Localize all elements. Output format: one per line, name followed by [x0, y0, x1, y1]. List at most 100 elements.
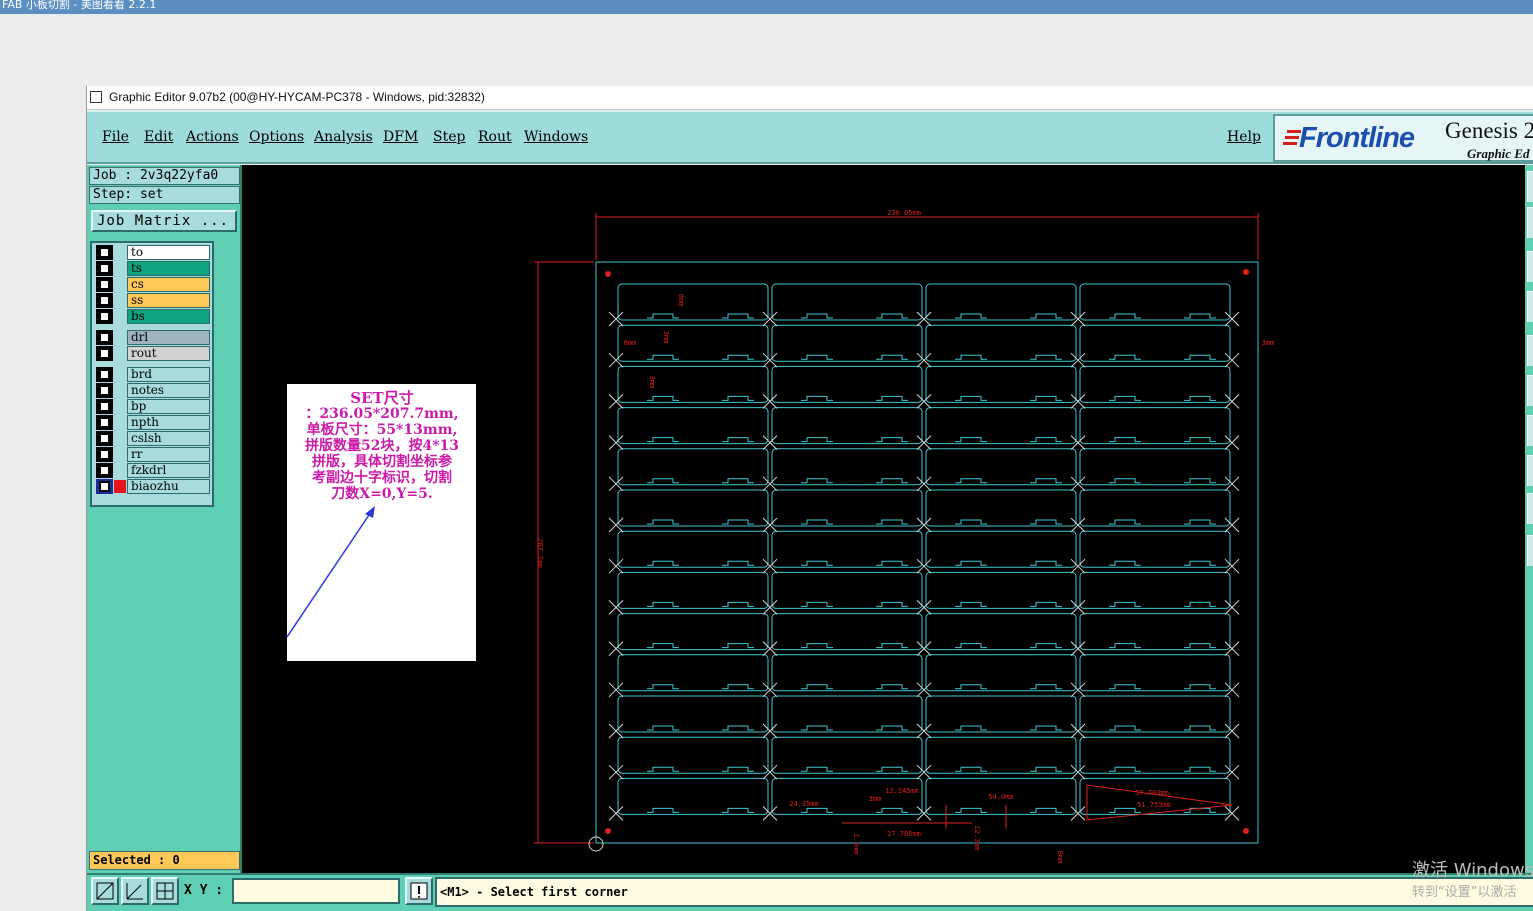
- menu-edit[interactable]: Edit: [144, 129, 173, 145]
- board-notch: [955, 395, 987, 401]
- board-outline: [771, 736, 923, 774]
- board-notch: [955, 519, 987, 525]
- menu-rout[interactable]: Rout: [478, 129, 512, 145]
- layer-name[interactable]: rr: [127, 447, 210, 462]
- job-matrix-button[interactable]: Job Matrix ...: [91, 210, 237, 232]
- cut-cross-mark: [608, 682, 624, 698]
- right-tool-button[interactable]: [1527, 335, 1533, 366]
- layer-name[interactable]: cslsh: [127, 431, 210, 446]
- layer-name[interactable]: biaozhu: [127, 479, 210, 494]
- layer-row-ts[interactable]: ts: [94, 261, 214, 276]
- layer-checkbox[interactable]: [96, 346, 113, 361]
- layer-row-rr[interactable]: rr: [94, 447, 214, 462]
- right-tool-button[interactable]: [1527, 375, 1533, 406]
- menu-windows[interactable]: Windows: [524, 129, 588, 145]
- layer-row-to[interactable]: to: [94, 245, 214, 260]
- layer-name[interactable]: fzkdrl: [127, 463, 210, 478]
- layer-row-drl[interactable]: drl: [94, 330, 214, 345]
- layer-name[interactable]: rout: [127, 346, 210, 361]
- layer-checkbox[interactable]: [96, 431, 113, 446]
- layer-checkbox[interactable]: [96, 415, 113, 430]
- layer-checkbox[interactable]: [96, 399, 113, 414]
- layer-checkbox[interactable]: [96, 463, 113, 478]
- layer-row-notes[interactable]: notes: [94, 383, 214, 398]
- right-tool-button[interactable]: [1527, 535, 1533, 566]
- menu-options[interactable]: Options: [249, 129, 304, 145]
- board-notch: [1109, 354, 1141, 360]
- right-tool-button[interactable]: [1527, 493, 1533, 524]
- right-tool-button[interactable]: [1527, 171, 1533, 202]
- cut-cross-mark: [916, 723, 932, 739]
- dimension-label: 1.5mm: [852, 833, 860, 854]
- layer-name[interactable]: ss: [127, 293, 210, 308]
- layer-row-cs[interactable]: cs: [94, 277, 214, 292]
- window-title: Graphic Editor 9.07b2 (00@HY-HYCAM-PC378…: [109, 90, 485, 104]
- board-notch: [1030, 807, 1062, 813]
- layer-row-biaozhu[interactable]: biaozhu: [94, 479, 214, 494]
- layer-name[interactable]: bp: [127, 399, 210, 414]
- layer-row-rout[interactable]: rout: [94, 346, 214, 361]
- layer-checkbox[interactable]: [96, 367, 113, 382]
- layer-checkbox[interactable]: [96, 261, 113, 276]
- graphics-canvas[interactable]: 236.05mm 207.7mm 8mm 3mm 8mm 3mm 3mm 12.245mm 24…: [242, 165, 1525, 873]
- layer-row-ss[interactable]: ss: [94, 293, 214, 308]
- right-tool-button[interactable]: [1527, 291, 1533, 322]
- layer-checkbox[interactable]: [96, 293, 113, 308]
- menu-dfm[interactable]: DFM: [383, 129, 418, 145]
- board-notch: [647, 807, 679, 813]
- cut-cross-mark: [1224, 394, 1240, 409]
- layer-checkbox[interactable]: [96, 309, 113, 324]
- right-tool-button[interactable]: [1527, 455, 1533, 486]
- window-titlebar: Graphic Editor 9.07b2 (00@HY-HYCAM-PC378…: [87, 86, 1533, 110]
- board-notch: [876, 807, 908, 813]
- selected-count: Selected : 0: [89, 851, 240, 870]
- right-tool-button[interactable]: [1527, 207, 1533, 238]
- board-notch: [876, 684, 908, 690]
- menu-actions[interactable]: Actions: [186, 129, 239, 145]
- layer-name[interactable]: npth: [127, 415, 210, 430]
- board-outline: [617, 613, 769, 651]
- layer-name[interactable]: to: [127, 245, 210, 260]
- frontline-logo-panel: Frontline Genesis 2 Graphic Ed: [1273, 114, 1533, 162]
- right-tool-button[interactable]: [1527, 415, 1533, 446]
- layer-row-cslsh[interactable]: cslsh: [94, 431, 214, 446]
- layer-row-fzkdrl[interactable]: fzkdrl: [94, 463, 214, 478]
- layer-name[interactable]: bs: [127, 309, 210, 324]
- cut-cross-mark: [762, 764, 778, 780]
- layer-name[interactable]: drl: [127, 330, 210, 345]
- cut-cross-mark: [762, 476, 778, 492]
- cut-cross-mark: [608, 641, 624, 656]
- xy-input[interactable]: [232, 878, 400, 904]
- layer-checkbox[interactable]: [96, 383, 113, 398]
- menu-step[interactable]: Step: [433, 129, 465, 145]
- layer-row-bs[interactable]: bs: [94, 309, 214, 324]
- layer-row-brd[interactable]: brd: [94, 367, 214, 382]
- snap-button[interactable]: [151, 877, 179, 905]
- board-notch: [1109, 395, 1141, 401]
- layer-name[interactable]: ts: [127, 261, 210, 276]
- layer-checkbox[interactable]: [96, 277, 113, 292]
- layer-checkbox[interactable]: [96, 447, 113, 462]
- layer-name[interactable]: cs: [127, 277, 210, 292]
- cut-cross-mark: [916, 476, 932, 492]
- menu-help[interactable]: Help: [1227, 129, 1261, 145]
- board-notch: [876, 354, 908, 360]
- layer-row-npth[interactable]: npth: [94, 415, 214, 430]
- menu-file[interactable]: File: [102, 129, 129, 145]
- cut-cross-mark: [1070, 600, 1086, 615]
- board-outline: [1079, 571, 1231, 609]
- layer-checkbox[interactable]: [96, 330, 113, 345]
- layer-name[interactable]: brd: [127, 367, 210, 382]
- zoom-area-button[interactable]: [91, 877, 119, 905]
- board-notch: [1109, 519, 1141, 525]
- board-outline: [771, 283, 923, 321]
- board-outline: [617, 448, 769, 486]
- layer-row-bp[interactable]: bp: [94, 399, 214, 414]
- menu-analysis[interactable]: Analysis: [314, 129, 373, 145]
- layer-checkbox[interactable]: [96, 479, 113, 494]
- layer-checkbox[interactable]: [96, 245, 113, 260]
- layer-name[interactable]: notes: [127, 383, 210, 398]
- alert-button[interactable]: [405, 877, 433, 905]
- right-tool-button[interactable]: [1527, 251, 1533, 282]
- measure-button[interactable]: [121, 877, 149, 905]
